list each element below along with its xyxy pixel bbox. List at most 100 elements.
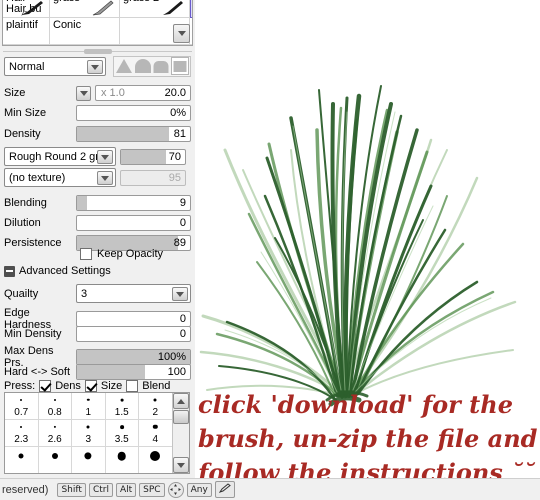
brush-preset-grass-2[interactable]: grass 2 — [120, 0, 190, 18]
size-table-cell[interactable] — [39, 447, 72, 473]
spc-key-indicator[interactable]: SPC — [139, 482, 165, 497]
blend-mode-select[interactable]: Normal — [4, 57, 106, 76]
size-value-field[interactable]: x 1.0 20.0 — [95, 85, 191, 101]
scroll-up-button[interactable] — [173, 393, 189, 409]
shape-flat-button[interactable] — [153, 57, 171, 75]
blending-label: Blending — [4, 197, 47, 209]
size-table-scrollbar[interactable] — [172, 393, 189, 473]
shape-round-button[interactable] — [134, 57, 152, 75]
persistence-value: 89 — [173, 237, 186, 249]
brush-tip-shape-group[interactable] — [113, 56, 191, 77]
keep-opacity-label: Keep Opacity — [97, 248, 164, 260]
size-table-cell-label: 2.3 — [14, 434, 29, 445]
chevron-down-icon[interactable] — [97, 150, 113, 164]
canvas-area[interactable] — [195, 0, 540, 478]
size-table-cell[interactable]: 0.7 — [5, 393, 39, 420]
texture-value: (no texture) — [9, 171, 66, 184]
size-table-cell[interactable]: 4 — [139, 420, 173, 447]
density-value: 81 — [173, 128, 186, 140]
size-table-cell[interactable] — [72, 447, 106, 473]
quality-select[interactable]: 3 — [76, 284, 191, 303]
max-dens-prs-slider[interactable]: 100% — [76, 349, 191, 365]
size-table-cell[interactable] — [5, 447, 39, 473]
splitter-grip[interactable] — [83, 49, 112, 54]
size-table-cell[interactable]: 2.3 — [5, 420, 39, 447]
chevron-down-icon[interactable] — [172, 287, 188, 301]
brush-grid-scroll-down-button[interactable] — [173, 24, 190, 43]
dilution-slider[interactable]: 0 — [76, 215, 191, 231]
size-table-cell[interactable]: 2 — [139, 393, 173, 420]
pen-icon — [163, 1, 183, 15]
panel-splitter[interactable] — [3, 49, 192, 55]
size-table-cell-label: 4 — [152, 434, 159, 445]
shape-sharp-button[interactable] — [115, 57, 133, 75]
chevron-down-icon[interactable] — [87, 60, 103, 74]
min-size-label: Min Size — [4, 107, 47, 119]
min-density-label: Min Density — [4, 328, 62, 340]
keep-opacity-checkbox[interactable] — [80, 248, 92, 260]
brush-preset-grid[interactable]: Hair Hair bu grass grass 2 — [2, 0, 193, 46]
brush-preset-conic[interactable]: Conic — [50, 18, 120, 45]
size-value: 20.0 — [164, 87, 186, 99]
pen-icon[interactable] — [214, 481, 235, 498]
keep-opacity-row[interactable]: Keep Opacity — [80, 248, 163, 260]
brush-shape-select[interactable]: Rough Round 2 gr — [4, 147, 116, 166]
min-density-slider[interactable]: 0 — [76, 326, 191, 342]
max-dens-prs-value: 100% — [157, 351, 186, 363]
min-density-value: 0 — [179, 328, 186, 340]
size-label: Size — [4, 87, 26, 99]
scrollbar-thumb[interactable] — [173, 410, 189, 424]
size-table-cell[interactable] — [106, 447, 139, 473]
pressure-blend-checkbox[interactable] — [126, 380, 139, 392]
brush-preset-label: grass — [53, 0, 80, 4]
size-table-cell[interactable]: 3.5 — [105, 420, 139, 447]
brush-preset-grass[interactable]: grass — [50, 0, 120, 18]
dilution-row: Dilution 0 — [4, 215, 191, 231]
size-table-cell-label: 2 — [152, 407, 159, 418]
pen-icon — [92, 0, 114, 16]
size-table-cell[interactable]: 2.6 — [38, 420, 72, 447]
brush-shape-row: Rough Round 2 gr 70 — [4, 147, 193, 166]
brush-shape-amount-slider[interactable]: 70 — [120, 148, 186, 165]
shape-square-button[interactable] — [171, 57, 190, 75]
pen-icon — [21, 1, 43, 16]
advanced-settings-toggle[interactable]: Advanced Settings — [4, 265, 111, 277]
size-table-cell[interactable]: 0.8 — [38, 393, 72, 420]
min-size-row: Min Size 0% — [4, 105, 191, 121]
size-table-cell[interactable] — [139, 447, 173, 473]
size-table-cell[interactable]: 1.5 — [105, 393, 139, 420]
pressure-size-checkbox[interactable] — [84, 380, 97, 392]
hard-soft-slider[interactable]: 100 — [76, 364, 191, 380]
brush-preset-plaintif[interactable]: plaintif — [3, 18, 50, 45]
ctrl-key-indicator[interactable]: Ctrl — [88, 482, 113, 497]
dpad-icon[interactable] — [167, 481, 184, 498]
density-label: Density — [4, 128, 41, 140]
scroll-down-button[interactable] — [173, 457, 189, 473]
size-table-cell[interactable]: 1 — [72, 393, 106, 420]
texture-select[interactable]: (no texture) — [4, 168, 116, 187]
brush-preset-empty-2[interactable] — [190, 18, 192, 45]
size-table-cell[interactable]: 3 — [72, 420, 106, 447]
shift-key-indicator[interactable]: Shift — [57, 482, 86, 497]
edge-hardness-slider[interactable]: 0 — [76, 311, 191, 327]
hard-soft-value: 100 — [167, 366, 186, 378]
pressure-dens-checkbox[interactable] — [39, 380, 52, 392]
size-row: Size x 1.0 20.0 — [4, 85, 191, 101]
chevron-down-icon[interactable] — [97, 171, 113, 185]
dilution-label: Dilution — [4, 217, 41, 229]
min-size-slider[interactable]: 0% — [76, 105, 191, 121]
size-dropdown-button[interactable] — [76, 85, 91, 101]
alt-key-indicator[interactable]: Alt — [115, 482, 137, 497]
brush-preset-label: grass 2 — [123, 0, 159, 4]
collapse-minus-icon[interactable] — [4, 265, 15, 277]
dilution-value: 0 — [179, 217, 186, 229]
density-slider[interactable]: 81 — [76, 126, 191, 142]
blending-row: Blending 9 — [4, 195, 191, 211]
brush-preset-grass-selected[interactable]: Grass — [190, 0, 192, 18]
brush-preset-hair[interactable]: Hair Hair bu — [3, 0, 50, 18]
brush-size-table[interactable]: 0.7 0.8 1 1.5 2 2.3 2.6 3 3.5 4 — [4, 392, 190, 474]
brush-preset-row-top: Hair Hair bu grass grass 2 — [3, 0, 192, 18]
blending-slider[interactable]: 9 — [76, 195, 191, 211]
any-key-indicator[interactable]: Any — [186, 482, 212, 497]
density-row: Density 81 — [4, 126, 191, 142]
